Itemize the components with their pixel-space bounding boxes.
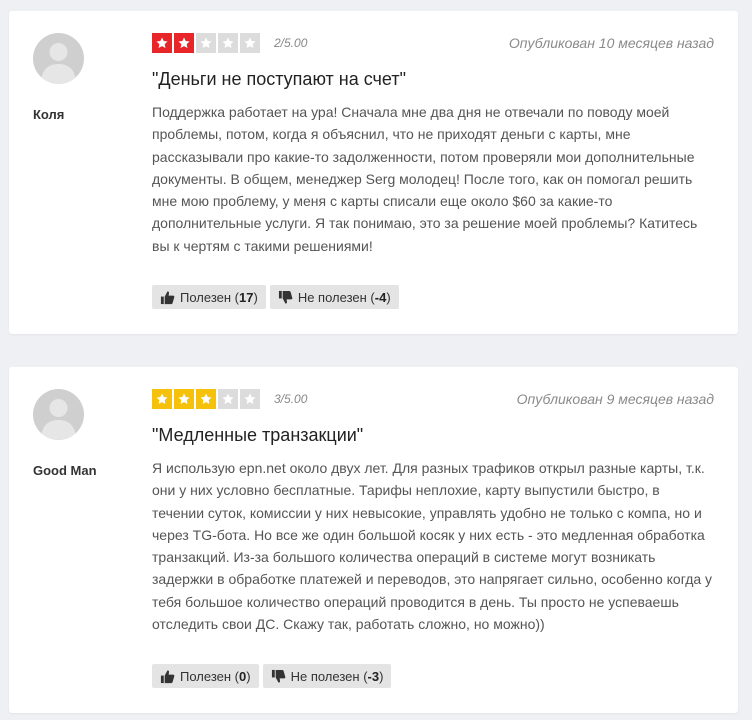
user-silhouette-icon — [41, 399, 76, 440]
thumbs-down-icon — [278, 290, 293, 304]
review-author: Коля — [33, 33, 133, 122]
not-helpful-button[interactable]: Не полезен (-4) — [269, 285, 399, 309]
helpful-button[interactable]: Полезен (17) — [152, 285, 266, 309]
published-date: Опубликован 10 месяцев назад — [508, 35, 714, 51]
star-icon — [240, 33, 260, 53]
author-name: Коля — [33, 107, 65, 122]
author-name: Good Man — [33, 463, 97, 478]
review-meta: 3/5.00 Опубликован 9 месяцев назад — [152, 389, 714, 411]
helpful-count: 17 — [239, 289, 254, 305]
star-icon — [174, 33, 194, 53]
star-icon — [240, 389, 260, 409]
review-body: Поддержка работает на ура! Сначала мне д… — [152, 104, 698, 254]
not-helpful-label: Не полезен — [290, 668, 360, 684]
review-author: Good Man — [33, 389, 133, 478]
star-rating — [152, 33, 260, 53]
review-body: Я использую epn.net около двух лет. Для … — [152, 460, 713, 633]
review-content: 2/5.00 Опубликован 10 месяцев назад "Ден… — [152, 33, 714, 257]
helpful-count-close: ) — [246, 668, 251, 684]
avatar — [33, 33, 84, 84]
helpful-label: Полезен — [180, 668, 232, 684]
user-silhouette-icon — [41, 43, 76, 84]
star-icon — [174, 389, 194, 409]
star-icon — [218, 389, 238, 409]
thumbs-up-icon — [160, 290, 175, 304]
review-content: 3/5.00 Опубликован 9 месяцев назад "Медл… — [152, 389, 714, 635]
vote-buttons: Полезен (17) Не полезен (-4) — [152, 285, 399, 309]
helpful-button[interactable]: Полезен (0) — [152, 664, 259, 688]
rating-text: 3/5.00 — [274, 392, 308, 406]
not-helpful-button[interactable]: Не полезен (-3) — [262, 664, 392, 688]
not-helpful-count-close: ) — [379, 668, 384, 684]
avatar — [33, 389, 84, 440]
review-card: Good Man 3/5.00 Опубликован 9 месяцев на… — [9, 367, 738, 713]
star-rating — [152, 389, 260, 409]
vote-buttons: Полезен (0) Не полезен (-3) — [152, 664, 392, 688]
review-title: "Медленные транзакции" — [152, 425, 364, 445]
review-card: Коля 2/5.00 Опубликован 10 месяцев назад… — [9, 11, 738, 334]
thumbs-down-icon — [271, 669, 285, 683]
rating-text: 2/5.00 — [274, 36, 308, 50]
review-title: "Деньги не поступают на счет" — [152, 69, 406, 89]
star-icon — [152, 33, 172, 53]
helpful-count-close: ) — [253, 289, 258, 305]
star-icon — [218, 33, 238, 53]
review-meta: 2/5.00 Опубликован 10 месяцев назад — [152, 33, 714, 55]
not-helpful-count: -4 — [374, 289, 387, 305]
star-icon — [152, 389, 172, 409]
helpful-count: 0 — [239, 668, 247, 684]
star-icon — [196, 33, 216, 53]
thumbs-up-icon — [160, 669, 175, 683]
published-date: Опубликован 9 месяцев назад — [516, 391, 714, 407]
not-helpful-label: Не полезен — [297, 289, 367, 305]
helpful-label: Полезен — [180, 289, 232, 305]
star-icon — [196, 389, 216, 409]
not-helpful-count-close: ) — [386, 289, 391, 305]
not-helpful-count: -3 — [367, 668, 380, 684]
